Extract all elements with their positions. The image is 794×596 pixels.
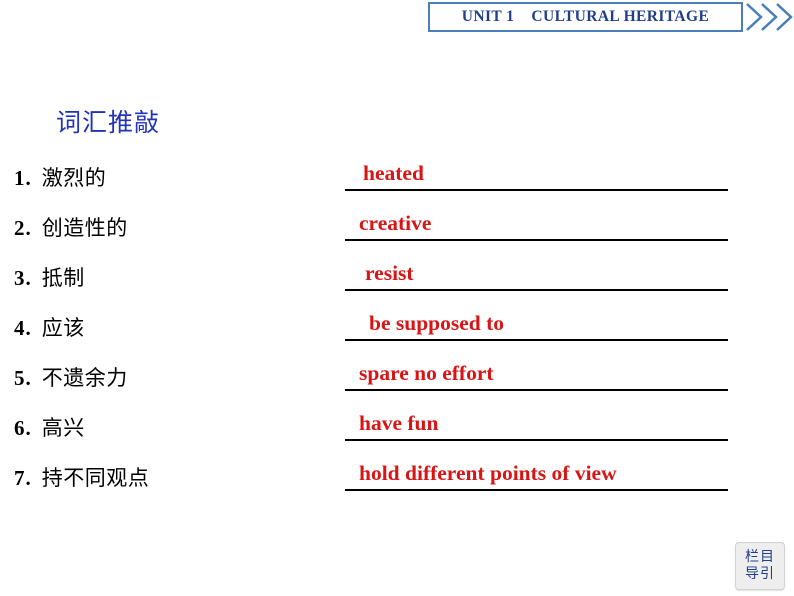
- answer-rule: [345, 489, 728, 491]
- vocabulary-prompt: 2 . 创造性的: [14, 212, 128, 242]
- item-separator: .: [25, 266, 31, 290]
- nav-guide-label-line2: 导引: [745, 566, 775, 582]
- answer-blank: creative: [345, 208, 728, 241]
- answer-rule: [345, 339, 728, 341]
- unit-title: UNIT 1 CULTURAL HERITAGE: [461, 8, 710, 25]
- double-chevron-right-icon: [745, 2, 794, 32]
- item-separator: .: [25, 316, 31, 340]
- answer-rule: [345, 239, 728, 241]
- vocabulary-row: 6 . 高兴 have fun: [0, 408, 794, 458]
- item-number: 7: [14, 466, 25, 490]
- item-number: 5: [14, 366, 25, 390]
- answer-blank: heated: [345, 158, 728, 191]
- answer-rule: [345, 189, 728, 191]
- item-number: 2: [14, 216, 25, 240]
- vocabulary-prompt: 1 . 激烈的: [14, 162, 106, 192]
- vocabulary-prompt: 7 . 持不同观点: [14, 462, 149, 492]
- item-number: 4: [14, 316, 25, 340]
- item-number: 1: [14, 166, 25, 190]
- vocabulary-prompt: 3 . 抵制: [14, 262, 85, 292]
- answer-blank: be supposed to: [345, 308, 728, 341]
- item-chinese: 激烈的: [41, 166, 107, 190]
- item-chinese: 应该: [41, 316, 85, 340]
- vocabulary-row: 1 . 激烈的 heated: [0, 158, 794, 208]
- item-separator: .: [25, 216, 31, 240]
- answer-rule: [345, 439, 728, 441]
- answer-blank: spare no effort: [345, 358, 728, 391]
- item-answer: spare no effort: [359, 361, 494, 385]
- page-header: UNIT 1 CULTURAL HERITAGE: [0, 0, 794, 40]
- answer-blank: hold different points of view: [345, 458, 728, 491]
- answer-rule: [345, 289, 728, 291]
- item-answer: heated: [363, 161, 424, 185]
- vocabulary-row: 5 . 不遗余力 spare no effort: [0, 358, 794, 408]
- vocabulary-row: 7 . 持不同观点 hold different points of view: [0, 458, 794, 508]
- item-number: 3: [14, 266, 25, 290]
- item-chinese: 抵制: [41, 266, 85, 290]
- item-answer: creative: [359, 211, 432, 235]
- vocabulary-row: 2 . 创造性的 creative: [0, 208, 794, 258]
- item-number: 6: [14, 416, 25, 440]
- item-chinese: 持不同观点: [41, 466, 150, 490]
- vocabulary-prompt: 4 . 应该: [14, 312, 85, 342]
- item-chinese: 创造性的: [41, 216, 128, 240]
- item-separator: .: [25, 366, 31, 390]
- item-answer: resist: [365, 261, 414, 285]
- vocabulary-list: 1 . 激烈的 heated 2 . 创造性的 creative 3 . 抵制 …: [0, 158, 794, 508]
- item-separator: .: [25, 166, 31, 190]
- item-chinese: 高兴: [41, 416, 85, 440]
- answer-rule: [345, 389, 728, 391]
- vocabulary-prompt: 5 . 不遗余力: [14, 362, 128, 392]
- item-answer: hold different points of view: [359, 461, 617, 485]
- answer-blank: resist: [345, 258, 728, 291]
- vocabulary-row: 3 . 抵制 resist: [0, 258, 794, 308]
- item-answer: have fun: [359, 411, 439, 435]
- item-separator: .: [25, 466, 31, 490]
- unit-banner: UNIT 1 CULTURAL HERITAGE: [428, 2, 743, 32]
- item-chinese: 不遗余力: [41, 366, 128, 390]
- nav-guide-label-line1: 栏目: [745, 549, 775, 565]
- nav-guide-button[interactable]: 栏目 导引: [735, 542, 785, 590]
- item-answer: be supposed to: [369, 311, 505, 335]
- answer-blank: have fun: [345, 408, 728, 441]
- section-title: 词汇推敲: [56, 110, 161, 137]
- vocabulary-prompt: 6 . 高兴: [14, 412, 85, 442]
- vocabulary-row: 4 . 应该 be supposed to: [0, 308, 794, 358]
- item-separator: .: [25, 416, 31, 440]
